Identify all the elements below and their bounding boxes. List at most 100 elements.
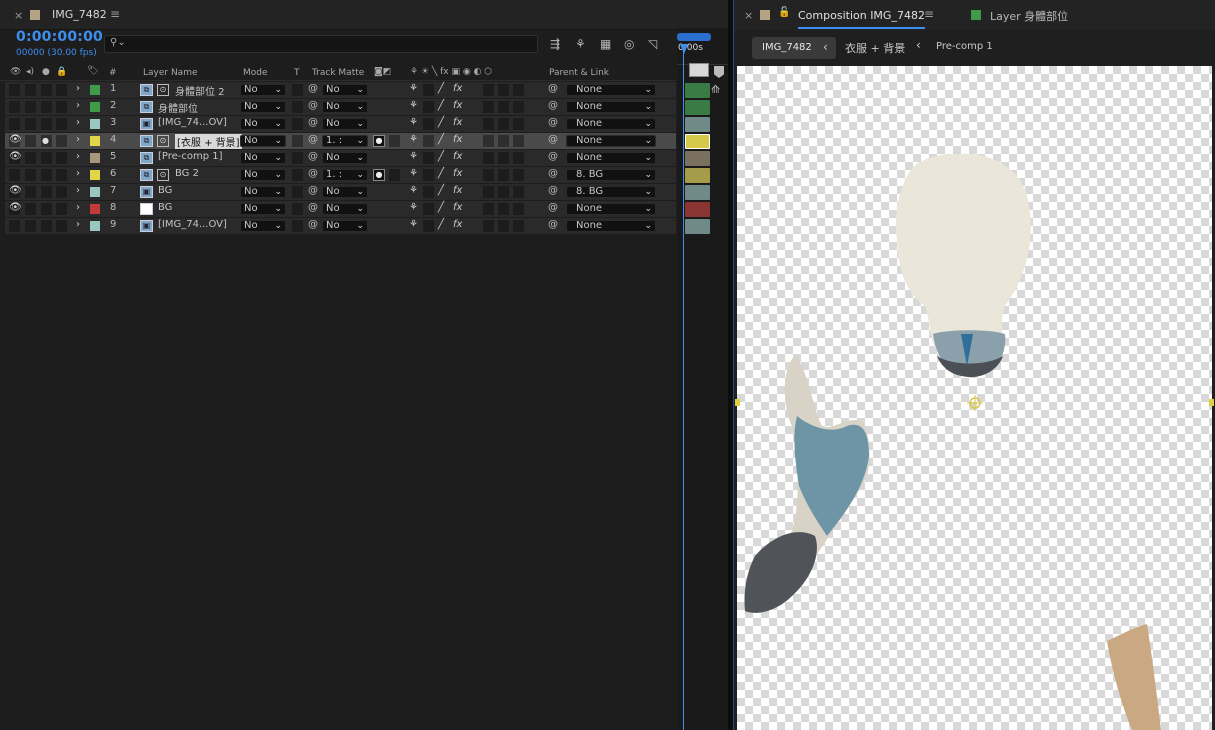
layer-duration-bar[interactable] bbox=[685, 83, 710, 98]
collapse-toggle[interactable] bbox=[423, 118, 434, 130]
solo-toggle[interactable] bbox=[41, 101, 52, 113]
quality-slash-icon[interactable]: ╱ bbox=[438, 219, 444, 230]
effects-fx-icon[interactable]: fx bbox=[453, 219, 462, 230]
solo-toggle[interactable] bbox=[41, 169, 52, 181]
frame-blending-icon[interactable]: ▦ bbox=[600, 37, 611, 51]
layer-row[interactable]: 👁 › 8 BG No ⌄ @ No ⌄ ⚘ ╱ fx @ None ⌄ bbox=[5, 201, 676, 217]
layer-row[interactable]: 👁 › 7 ▣ BG No ⌄ @ No ⌄ ⚘ ╱ fx @8. BG ⌄ bbox=[5, 184, 676, 200]
collapse-toggle[interactable] bbox=[423, 84, 434, 96]
composition-viewer-canvas[interactable] bbox=[735, 66, 1214, 730]
layer-duration-bar[interactable] bbox=[685, 151, 710, 166]
solo-toggle[interactable] bbox=[41, 84, 52, 96]
effects-fx-icon[interactable]: fx bbox=[453, 151, 462, 162]
eye-icon[interactable]: 👁 bbox=[9, 202, 22, 213]
expand-chevron-icon[interactable]: › bbox=[76, 219, 80, 230]
comp-mini-flowchart-icon[interactable]: ⇶ bbox=[550, 37, 560, 51]
layer-name[interactable]: [IMG_74...OV] bbox=[158, 219, 227, 230]
parent-dropdown[interactable]: None ⌄ bbox=[566, 152, 656, 164]
quality-slash-icon[interactable]: ╱ bbox=[438, 117, 444, 128]
video-switch-header-icon[interactable]: 👁 bbox=[10, 67, 21, 77]
shy-layers-icon[interactable]: ⚘ bbox=[575, 37, 586, 51]
expand-chevron-icon[interactable]: › bbox=[76, 202, 80, 213]
solo-toggle[interactable] bbox=[41, 203, 52, 215]
track-matte-dropdown[interactable]: No ⌄ bbox=[322, 118, 368, 130]
current-time-display[interactable]: 0:00:00:00 bbox=[16, 29, 103, 45]
layer-duration-bar[interactable] bbox=[685, 202, 710, 217]
effects-fx-icon[interactable]: fx bbox=[453, 117, 462, 128]
effects-fx-icon[interactable]: fx bbox=[453, 202, 462, 213]
video-toggle[interactable] bbox=[9, 220, 20, 232]
parent-pick-whip-icon[interactable]: @ bbox=[548, 202, 558, 213]
expand-chevron-icon[interactable]: › bbox=[76, 134, 80, 145]
adjustment-toggle[interactable] bbox=[513, 84, 524, 96]
lock-toggle[interactable] bbox=[56, 84, 67, 96]
parent-pick-whip-icon[interactable]: @ bbox=[548, 185, 558, 196]
preserve-transparency-toggle[interactable] bbox=[292, 169, 303, 181]
shy-icon[interactable]: ⚘ bbox=[409, 83, 418, 94]
blend-mode-dropdown[interactable]: No ⌄ bbox=[240, 220, 286, 232]
adjustment-toggle[interactable] bbox=[513, 203, 524, 215]
shy-icon[interactable]: ⚘ bbox=[409, 117, 418, 128]
parent-pick-whip-icon[interactable]: @ bbox=[548, 151, 558, 162]
layer-name[interactable]: 身體部位 2 bbox=[175, 83, 225, 98]
frame-blend-toggle[interactable] bbox=[483, 101, 494, 113]
blend-mode-dropdown[interactable]: No ⌄ bbox=[240, 101, 286, 113]
parent-pick-whip-icon[interactable]: @ bbox=[548, 134, 558, 145]
track-matte-dropdown[interactable]: No ⌄ bbox=[322, 84, 368, 96]
parent-dropdown[interactable]: None ⌄ bbox=[566, 118, 656, 130]
collapse-toggle[interactable] bbox=[423, 152, 434, 164]
frame-blend-toggle[interactable] bbox=[483, 169, 494, 181]
track-matte-dropdown[interactable]: No ⌄ bbox=[322, 203, 368, 215]
parent-dropdown[interactable]: 8. BG ⌄ bbox=[566, 169, 656, 181]
motion-blur-toggle[interactable] bbox=[498, 186, 509, 198]
effects-fx-icon[interactable]: fx bbox=[453, 134, 462, 145]
motion-blur-toggle[interactable] bbox=[498, 220, 509, 232]
link-spiral-icon[interactable]: @ bbox=[308, 219, 318, 230]
layer-name[interactable]: 身體部位 bbox=[158, 100, 198, 115]
label-color-swatch[interactable] bbox=[90, 221, 100, 231]
layer-row[interactable]: › 2 ⧉ 身體部位 No ⌄ @ No ⌄ ⚘ ╱ fx @ None ⌄ bbox=[5, 99, 676, 115]
audio-toggle[interactable] bbox=[25, 220, 36, 232]
adjustment-toggle[interactable] bbox=[513, 169, 524, 181]
adjustment-toggle[interactable] bbox=[513, 118, 524, 130]
link-spiral-icon[interactable]: @ bbox=[308, 202, 318, 213]
lock-toggle[interactable] bbox=[56, 101, 67, 113]
quality-slash-icon[interactable]: ╱ bbox=[438, 100, 444, 111]
blend-mode-dropdown[interactable]: No ⌄ bbox=[240, 186, 286, 198]
track-matte-dropdown[interactable]: No ⌄ bbox=[322, 220, 368, 232]
layer-name[interactable]: BG bbox=[158, 185, 172, 196]
frame-blend-toggle[interactable] bbox=[483, 84, 494, 96]
blend-mode-dropdown[interactable]: No ⌄ bbox=[240, 169, 286, 181]
mode-header[interactable]: Mode bbox=[243, 68, 268, 78]
adjustment-toggle[interactable] bbox=[513, 101, 524, 113]
solo-toggle[interactable] bbox=[41, 118, 52, 130]
lock-toggle[interactable] bbox=[56, 203, 67, 215]
layer-duration-bar[interactable] bbox=[685, 219, 710, 234]
effects-fx-icon[interactable]: fx bbox=[453, 83, 462, 94]
label-color-swatch[interactable] bbox=[90, 204, 100, 214]
solo-toggle[interactable] bbox=[41, 186, 52, 198]
link-spiral-icon[interactable]: @ bbox=[308, 168, 318, 179]
parent-pick-whip-icon[interactable]: @ bbox=[548, 117, 558, 128]
comp-tab-title[interactable]: Composition IMG_7482 bbox=[798, 9, 925, 29]
preserve-transparency-toggle[interactable] bbox=[292, 203, 303, 215]
motion-blur-icon[interactable]: ◎ bbox=[624, 37, 634, 51]
shy-icon[interactable]: ⚘ bbox=[409, 151, 418, 162]
solo-toggle[interactable] bbox=[41, 220, 52, 232]
video-toggle[interactable] bbox=[9, 118, 20, 130]
parent-pick-whip-icon[interactable]: @ bbox=[548, 168, 558, 179]
link-spiral-icon[interactable]: @ bbox=[308, 117, 318, 128]
lock-icon[interactable]: 🔓 bbox=[778, 7, 790, 18]
preserve-transparency-toggle[interactable] bbox=[292, 101, 303, 113]
panel-menu-icon[interactable]: ≡ bbox=[110, 7, 120, 21]
transform-handle-left[interactable] bbox=[735, 399, 740, 406]
blend-mode-dropdown[interactable]: No ⌄ bbox=[240, 118, 286, 130]
collapse-toggle[interactable] bbox=[423, 186, 434, 198]
link-spiral-icon[interactable]: @ bbox=[308, 83, 318, 94]
audio-switch-header-icon[interactable]: ◂) bbox=[26, 67, 34, 77]
frame-blend-toggle[interactable] bbox=[483, 118, 494, 130]
close-comp-tab-icon[interactable]: × bbox=[744, 9, 753, 22]
label-color-swatch[interactable] bbox=[90, 187, 100, 197]
quality-slash-icon[interactable]: ╱ bbox=[438, 185, 444, 196]
collapse-toggle[interactable] bbox=[423, 203, 434, 215]
